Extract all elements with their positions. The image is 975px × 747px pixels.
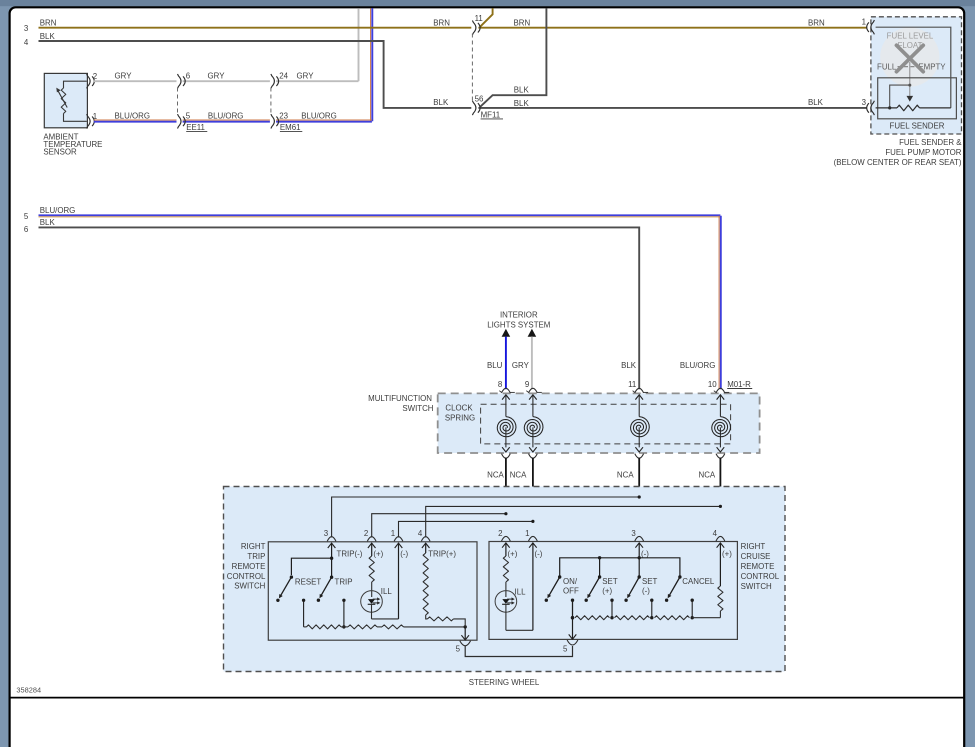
- svg-text:11: 11: [475, 14, 483, 23]
- svg-text:(+): (+): [602, 586, 612, 595]
- svg-text:ILL: ILL: [381, 587, 393, 596]
- svg-text:SPRING: SPRING: [445, 414, 475, 423]
- svg-text:CLOCK: CLOCK: [445, 403, 473, 412]
- svg-text:NCA: NCA: [617, 471, 634, 480]
- svg-text:BLK: BLK: [808, 98, 824, 107]
- svg-text:BLU/ORG: BLU/ORG: [301, 112, 337, 121]
- svg-text:FUEL SENDER &: FUEL SENDER &: [899, 138, 962, 147]
- svg-text:BLK: BLK: [514, 86, 530, 95]
- svg-text:LIGHTS SYSTEM: LIGHTS SYSTEM: [487, 320, 550, 329]
- svg-text:(+): (+): [508, 550, 518, 559]
- svg-text:(+): (+): [722, 550, 732, 559]
- svg-text:MF11: MF11: [481, 110, 501, 119]
- svg-text:23: 23: [279, 112, 288, 121]
- svg-text:3: 3: [862, 98, 867, 107]
- svg-text:10: 10: [708, 380, 717, 389]
- svg-text:BLK: BLK: [514, 99, 530, 108]
- svg-text:BLK: BLK: [40, 218, 56, 227]
- svg-text:BRN: BRN: [40, 19, 57, 28]
- svg-text:4: 4: [713, 529, 718, 538]
- svg-text:RIGHT: RIGHT: [741, 542, 766, 551]
- svg-text:2: 2: [93, 72, 97, 81]
- svg-text:GRY: GRY: [115, 72, 133, 81]
- svg-text:BRN: BRN: [433, 19, 450, 28]
- svg-text:NCA: NCA: [487, 471, 504, 480]
- svg-text:ILL: ILL: [515, 587, 527, 596]
- svg-text:MULTIFUNCTION: MULTIFUNCTION: [368, 394, 432, 403]
- svg-text:FUEL LEVEL: FUEL LEVEL: [887, 31, 934, 40]
- svg-text:FUEL PUMP MOTOR: FUEL PUMP MOTOR: [885, 148, 961, 157]
- svg-text:EM61: EM61: [280, 123, 301, 132]
- svg-text:EE11: EE11: [186, 123, 205, 132]
- svg-text:5: 5: [24, 212, 29, 221]
- svg-text:1: 1: [862, 18, 866, 27]
- svg-text:(-): (-): [400, 550, 408, 559]
- svg-text:BLU/ORG: BLU/ORG: [680, 361, 716, 370]
- svg-text:BLK: BLK: [433, 98, 449, 107]
- svg-text:BLU: BLU: [487, 361, 503, 370]
- svg-text:6: 6: [186, 72, 191, 81]
- svg-text:3: 3: [324, 529, 329, 538]
- svg-text:3: 3: [24, 24, 29, 33]
- svg-text:NCA: NCA: [510, 471, 527, 480]
- svg-text:RIGHT: RIGHT: [241, 542, 266, 551]
- svg-text:SWITCH: SWITCH: [741, 582, 772, 591]
- svg-text:FUEL SENDER: FUEL SENDER: [890, 122, 945, 131]
- svg-text:ON/: ON/: [563, 577, 578, 586]
- svg-text:(BELOW CENTER OF REAR SEAT): (BELOW CENTER OF REAR SEAT): [834, 158, 962, 167]
- svg-text:REMOTE: REMOTE: [741, 562, 775, 571]
- svg-text:BLU/ORG: BLU/ORG: [208, 112, 244, 121]
- svg-text:BLU/ORG: BLU/ORG: [40, 206, 76, 215]
- svg-text:8: 8: [498, 380, 503, 389]
- svg-text:2: 2: [498, 529, 502, 538]
- svg-text:CONTROL: CONTROL: [227, 572, 266, 581]
- svg-text:TRIP(+): TRIP(+): [428, 550, 456, 559]
- svg-text:SENSOR: SENSOR: [43, 148, 77, 157]
- svg-text:OFF: OFF: [563, 586, 579, 595]
- svg-text:RESET: RESET: [295, 578, 321, 587]
- svg-text:(-): (-): [642, 586, 650, 595]
- svg-text:SWITCH: SWITCH: [234, 582, 265, 591]
- svg-text:4: 4: [418, 529, 423, 538]
- svg-text:9: 9: [525, 380, 530, 389]
- svg-text:SET: SET: [642, 577, 658, 586]
- svg-text:CANCEL: CANCEL: [682, 577, 715, 586]
- svg-text:6: 6: [24, 225, 29, 234]
- svg-text:CRUISE: CRUISE: [741, 552, 771, 561]
- svg-text:SET: SET: [602, 577, 618, 586]
- svg-text:TRIP(-): TRIP(-): [337, 550, 363, 559]
- svg-text:BLK: BLK: [621, 361, 637, 370]
- svg-text:5: 5: [456, 644, 461, 653]
- svg-text:5: 5: [563, 644, 568, 653]
- svg-text:(+): (+): [373, 550, 383, 559]
- svg-text:BLU/ORG: BLU/ORG: [115, 112, 151, 121]
- svg-text:SWITCH: SWITCH: [402, 404, 433, 413]
- svg-text:FULL: FULL: [877, 63, 897, 72]
- svg-text:1: 1: [525, 529, 529, 538]
- svg-text:GRY: GRY: [208, 72, 226, 81]
- svg-text:TRIP: TRIP: [247, 552, 265, 561]
- svg-text:M01-R: M01-R: [727, 380, 751, 389]
- svg-text:GRY: GRY: [512, 361, 530, 370]
- svg-text:REMOTE: REMOTE: [232, 562, 266, 571]
- svg-text:24: 24: [279, 72, 288, 81]
- svg-text:INTERIOR: INTERIOR: [500, 310, 538, 319]
- svg-text:BRN: BRN: [514, 19, 531, 28]
- svg-text:GRY: GRY: [297, 72, 315, 81]
- svg-text:(-): (-): [535, 550, 543, 559]
- svg-text:CONTROL: CONTROL: [741, 572, 780, 581]
- svg-text:11: 11: [628, 380, 636, 389]
- svg-text:BRN: BRN: [808, 19, 825, 28]
- svg-text:2: 2: [364, 529, 368, 538]
- svg-text:4: 4: [24, 38, 29, 47]
- svg-text:358284: 358284: [16, 686, 41, 695]
- svg-text:56: 56: [475, 94, 484, 103]
- svg-text:TRIP: TRIP: [335, 578, 353, 587]
- svg-text:STEERING WHEEL: STEERING WHEEL: [469, 678, 540, 687]
- svg-text:3: 3: [631, 529, 636, 538]
- svg-text:1: 1: [391, 529, 395, 538]
- svg-text:5: 5: [186, 112, 191, 121]
- svg-text:BLK: BLK: [40, 32, 56, 41]
- svg-text:NCA: NCA: [699, 471, 716, 480]
